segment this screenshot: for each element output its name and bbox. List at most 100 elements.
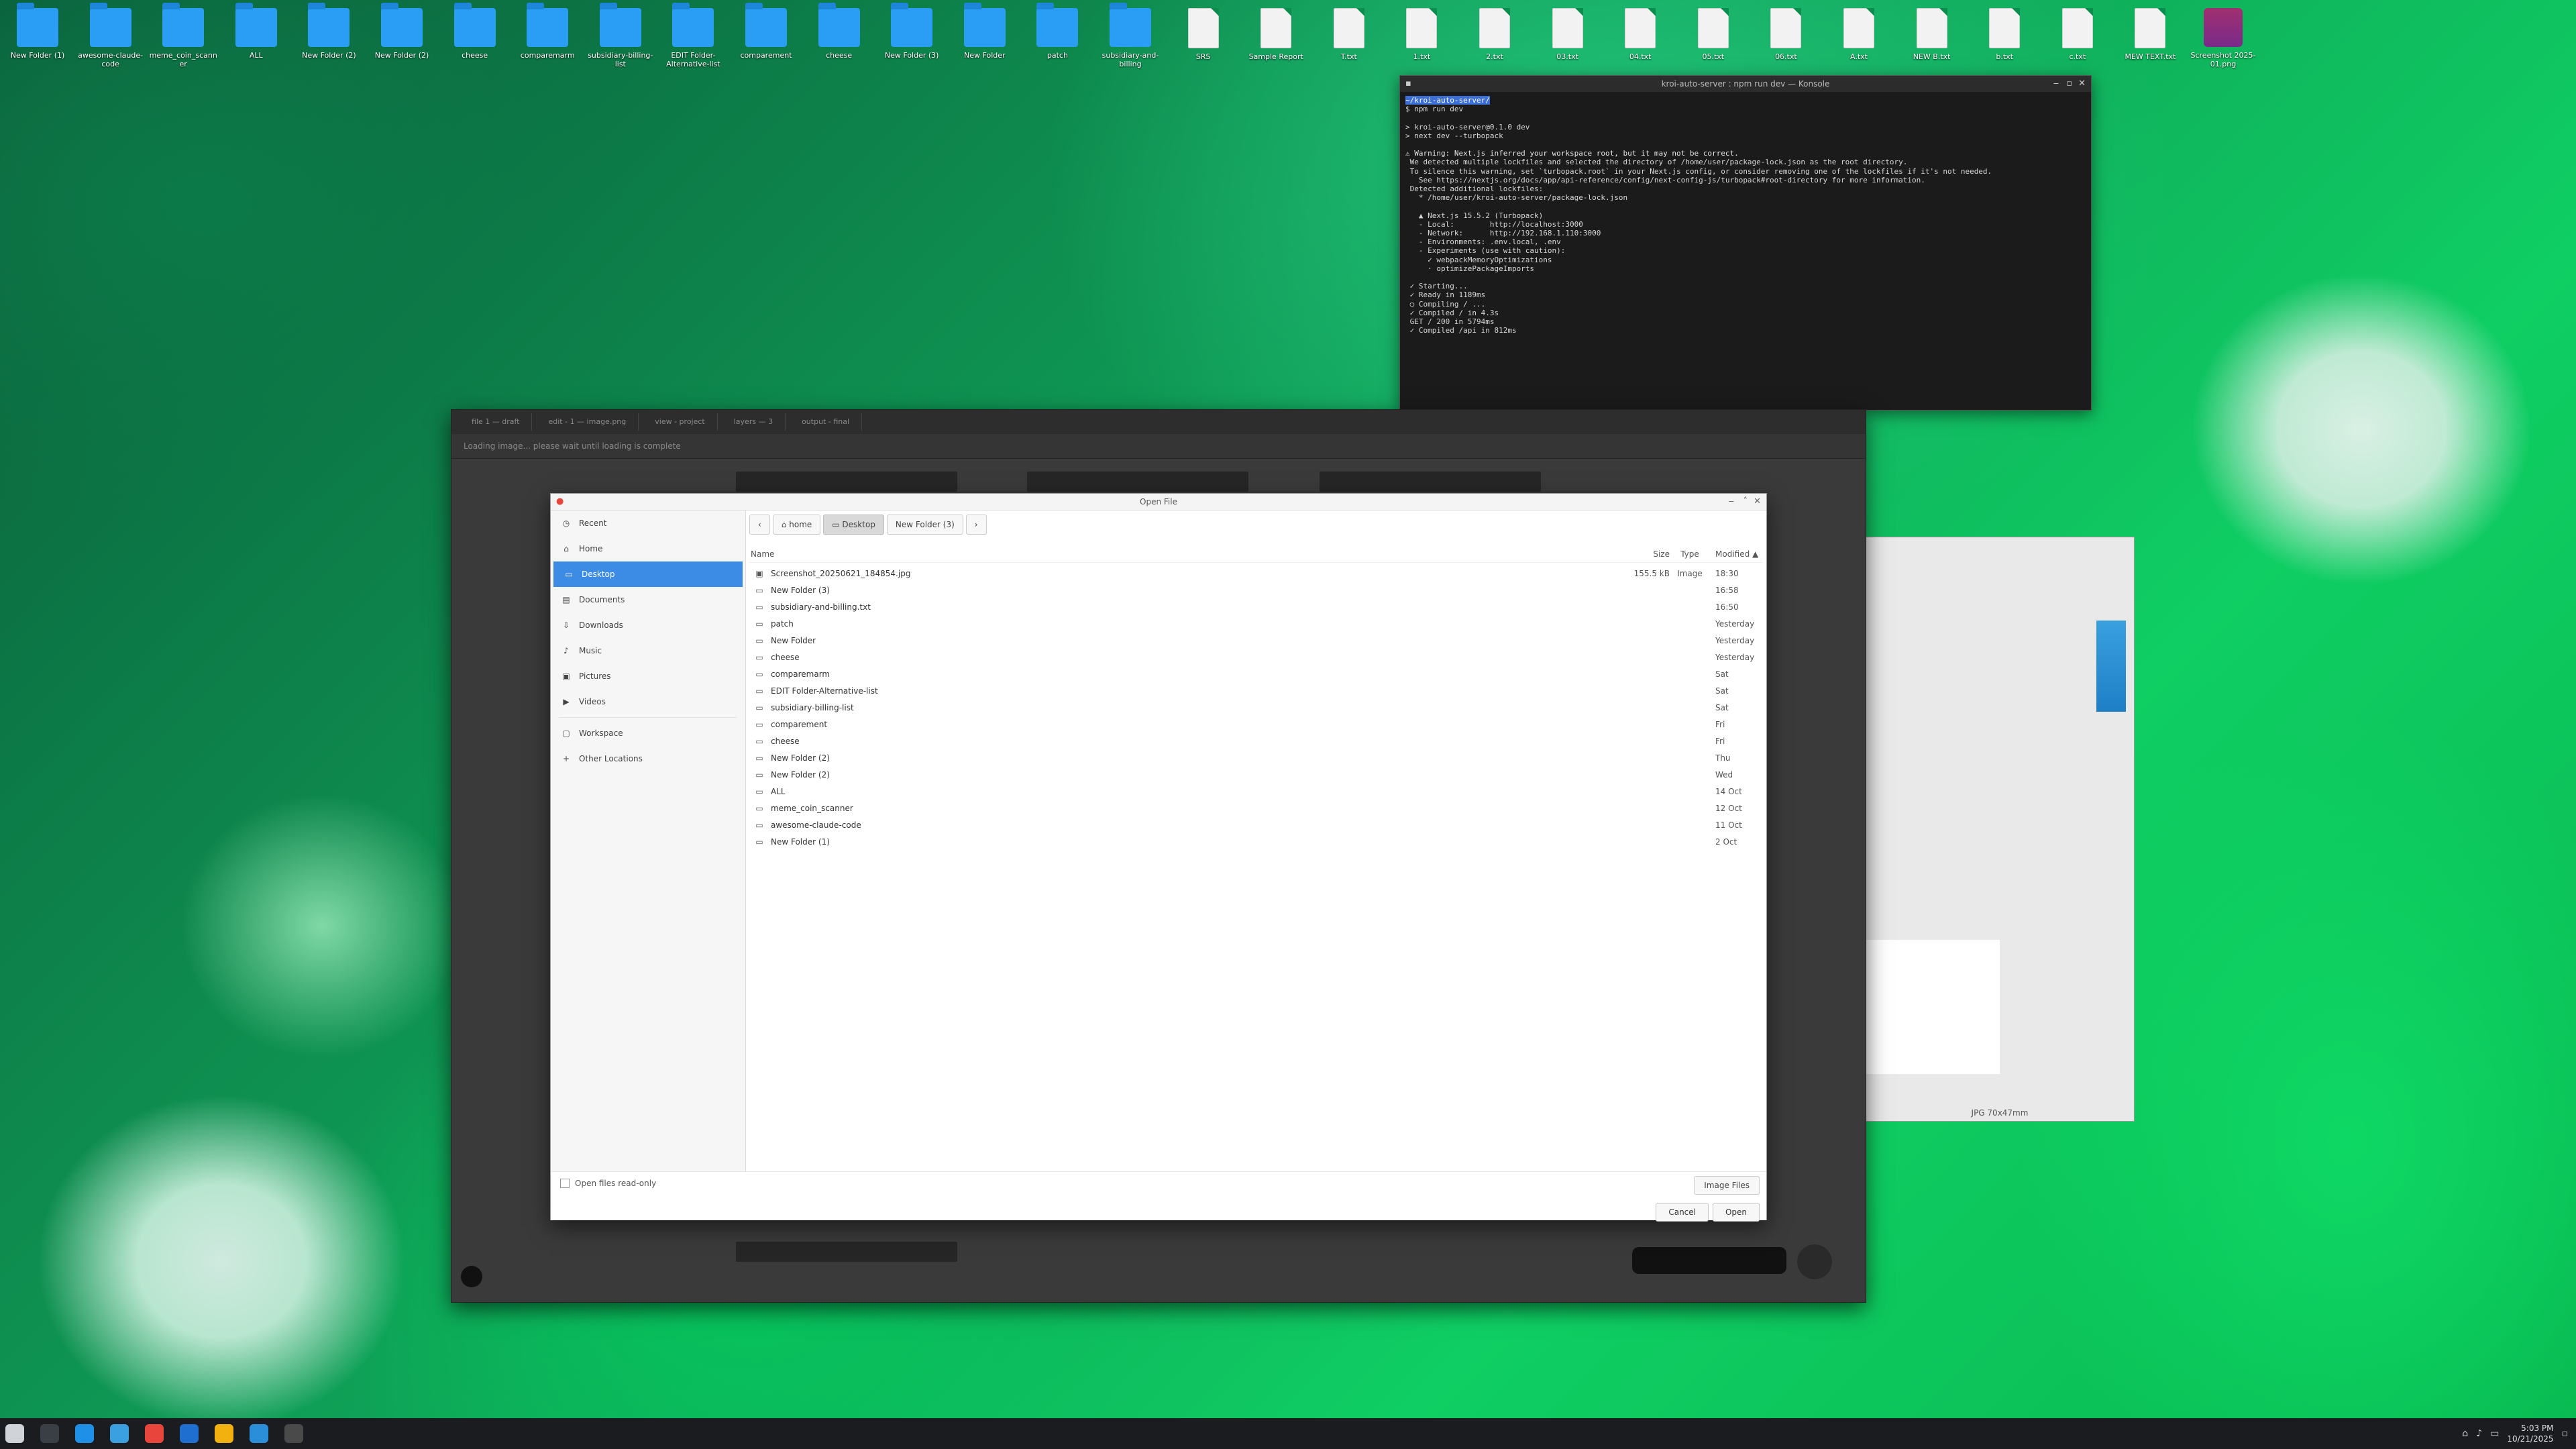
editor-tab[interactable]: layers — 3 bbox=[722, 413, 786, 431]
crumb-desktop[interactable]: ▭ Desktop bbox=[823, 515, 884, 535]
battery-icon[interactable]: ▭ bbox=[2490, 1428, 2499, 1439]
desktop-icon[interactable]: 2.txt bbox=[1460, 8, 1529, 61]
sidebar-item-other-locations[interactable]: + Other Locations bbox=[551, 746, 745, 771]
file-row[interactable]: ▭ New Folder (1) 2 Oct bbox=[749, 833, 1762, 850]
column-modified[interactable]: Modified ▲ bbox=[1710, 549, 1762, 559]
dark-app-icon[interactable] bbox=[284, 1424, 303, 1443]
desktop-icon[interactable]: New Folder (2) bbox=[294, 3, 364, 60]
file-row[interactable]: ▭ comparement Fri bbox=[749, 716, 1762, 733]
desktop-icon[interactable]: T.txt bbox=[1314, 8, 1384, 61]
desktop-icon[interactable]: cheese bbox=[804, 3, 874, 60]
dark-button[interactable] bbox=[1632, 1247, 1786, 1274]
file-row[interactable]: ▭ patch Yesterday bbox=[749, 615, 1762, 632]
desktop-icon[interactable]: EDIT Folder-Alternative-list bbox=[658, 3, 728, 68]
editor-icon[interactable] bbox=[250, 1424, 268, 1443]
sidebar-item-downloads[interactable]: ⇩ Downloads bbox=[551, 612, 745, 638]
round-action-button[interactable] bbox=[1797, 1244, 1832, 1279]
desktop-icon[interactable]: c.txt bbox=[2043, 8, 2112, 61]
file-row[interactable]: ▭ New Folder (2) Wed bbox=[749, 766, 1762, 783]
terminal-icon[interactable] bbox=[40, 1424, 59, 1443]
file-row[interactable]: ▭ awesome-claude-code 11 Oct bbox=[749, 816, 1762, 833]
desktop-icon[interactable]: awesome-claude-code bbox=[76, 3, 146, 68]
file-row[interactable]: ▣ Screenshot_20250621_184854.jpg 155.5 kB I… bbox=[749, 565, 1762, 582]
column-name[interactable]: Name bbox=[749, 549, 1623, 559]
desktop-icon[interactable]: subsidiary-and-billing bbox=[1095, 3, 1165, 68]
desktop-icon[interactable]: comparement bbox=[731, 3, 801, 60]
browser-icon[interactable] bbox=[180, 1424, 199, 1443]
desktop-icon[interactable]: 05.txt bbox=[1678, 8, 1748, 61]
sidebar-item-videos[interactable]: ▶ Videos bbox=[551, 689, 745, 714]
file-row[interactable]: ▭ New Folder (2) Thu bbox=[749, 749, 1762, 766]
desktop-icon[interactable]: meme_coin_scanner bbox=[148, 3, 218, 68]
terminal-output[interactable]: ~/kroi-auto-server/$ npm run dev > kroi-a… bbox=[1400, 92, 2091, 409]
desktop-icon[interactable]: ALL bbox=[221, 3, 291, 60]
file-row[interactable]: ▭ cheese Fri bbox=[749, 733, 1762, 749]
desktop-icon[interactable]: New Folder (2) bbox=[367, 3, 437, 60]
terminal-window[interactable]: ▪ kroi-auto-server : npm run dev — Konso… bbox=[1399, 75, 2092, 411]
desktop-icon[interactable]: cheese bbox=[440, 3, 510, 60]
file-row[interactable]: ▭ New Folder (3) 16:58 bbox=[749, 582, 1762, 598]
editor-tab[interactable]: file 1 — draft bbox=[460, 413, 533, 431]
desktop-icon[interactable]: subsidiary-billing-list bbox=[586, 3, 655, 68]
minimize-icon[interactable]: ‒ bbox=[2053, 76, 2059, 92]
desktop-icon[interactable]: SRS bbox=[1169, 8, 1238, 61]
editor-tab[interactable]: edit - 1 — image.png bbox=[536, 413, 639, 431]
avatar-icon[interactable] bbox=[461, 1266, 482, 1287]
minimize-icon[interactable]: ‒ bbox=[1729, 494, 1734, 510]
file-row[interactable]: ▭ New Folder Yesterday bbox=[749, 632, 1762, 649]
desktop-icon[interactable]: New Folder bbox=[950, 3, 1020, 60]
background-image-viewer-window[interactable]: JPG 70x47mm bbox=[1865, 537, 2135, 1122]
clock[interactable]: 5:03 PM 10/21/2025 bbox=[2507, 1423, 2553, 1444]
file-type-filter[interactable]: Image Files bbox=[1694, 1176, 1760, 1195]
maximize-icon[interactable]: ˄ bbox=[1743, 494, 1748, 510]
sidebar-item-home[interactable]: ⌂ Home bbox=[551, 536, 745, 561]
desktop-icon[interactable]: New Folder (3) bbox=[877, 3, 947, 60]
chrome-icon[interactable] bbox=[145, 1424, 164, 1443]
file-row[interactable]: ▭ meme_coin_scanner 12 Oct bbox=[749, 800, 1762, 816]
desktop-icon[interactable]: 04.txt bbox=[1605, 8, 1675, 61]
editor-tab[interactable]: view - project bbox=[643, 413, 718, 431]
file-row[interactable]: ▭ subsidiary-billing-list Sat bbox=[749, 699, 1762, 716]
app-launcher-icon[interactable] bbox=[5, 1424, 24, 1443]
editor-tab[interactable]: output - final bbox=[790, 413, 863, 431]
chrome-2-icon[interactable] bbox=[215, 1424, 233, 1443]
forward-arrow-icon[interactable]: › bbox=[965, 515, 987, 535]
sidebar-item-documents[interactable]: ▤ Documents bbox=[551, 587, 745, 612]
crumb-home[interactable]: ⌂ home bbox=[772, 515, 821, 535]
sidebar-item-music[interactable]: ♪ Music bbox=[551, 638, 745, 663]
sidebar-item-pictures[interactable]: ▣ Pictures bbox=[551, 663, 745, 689]
desktop-icon[interactable]: New Folder (1) bbox=[3, 3, 72, 60]
sidebar-item-recent[interactable]: ◷ Recent bbox=[551, 511, 745, 536]
desktop-icon[interactable]: MEW TEXT.txt bbox=[2115, 8, 2185, 61]
checkbox-icon[interactable] bbox=[560, 1179, 570, 1188]
desktop-icon[interactable]: 03.txt bbox=[1533, 8, 1603, 61]
desktop-icon[interactable]: patch bbox=[1022, 3, 1092, 60]
file-row[interactable]: ▭ cheese Yesterday bbox=[749, 649, 1762, 665]
maximize-icon[interactable]: ▫ bbox=[2066, 76, 2072, 92]
desktop-icon[interactable]: b.txt bbox=[1970, 8, 2039, 61]
close-icon[interactable]: ✕ bbox=[1754, 494, 1761, 510]
close-icon[interactable]: ✕ bbox=[2078, 76, 2086, 92]
read-only-checkbox[interactable]: Open files read-only bbox=[560, 1179, 656, 1188]
show-desktop-icon[interactable]: ▫ bbox=[2562, 1428, 2569, 1439]
file-row[interactable]: ▭ comparemarm Sat bbox=[749, 665, 1762, 682]
column-size[interactable]: Size bbox=[1623, 549, 1670, 559]
file-row[interactable]: ▭ EDIT Folder-Alternative-list Sat bbox=[749, 682, 1762, 699]
open-button[interactable]: Open bbox=[1712, 1203, 1760, 1222]
blue-app-icon[interactable] bbox=[75, 1424, 94, 1443]
desktop-icon[interactable]: NEW B.txt bbox=[1897, 8, 1967, 61]
desktop-icon[interactable]: comparemarm bbox=[513, 3, 582, 60]
file-manager-icon[interactable] bbox=[110, 1424, 129, 1443]
crumb-new-folder-3[interactable]: New Folder (3) bbox=[886, 515, 963, 535]
sidebar-item-desktop[interactable]: ▭ Desktop bbox=[553, 561, 743, 587]
back-arrow-icon[interactable]: ‹ bbox=[749, 515, 770, 535]
volume-icon[interactable]: ♪ bbox=[2476, 1428, 2482, 1439]
dialog-titlebar[interactable]: ● Open File ‒ ˄ ✕ bbox=[551, 494, 1766, 511]
desktop-icon[interactable]: 06.txt bbox=[1751, 8, 1821, 61]
desktop-icon[interactable]: A.txt bbox=[1824, 8, 1894, 61]
column-type[interactable]: Type bbox=[1670, 549, 1710, 559]
open-file-dialog[interactable]: ● Open File ‒ ˄ ✕ ◷ Recent ⌂ Home ▭ Desktop ▤ D… bbox=[550, 493, 1767, 1222]
network-icon[interactable]: ⌂ bbox=[2462, 1428, 2468, 1439]
cancel-button[interactable]: Cancel bbox=[1656, 1203, 1709, 1222]
terminal-titlebar[interactable]: ▪ kroi-auto-server : npm run dev — Konso… bbox=[1400, 76, 2091, 92]
